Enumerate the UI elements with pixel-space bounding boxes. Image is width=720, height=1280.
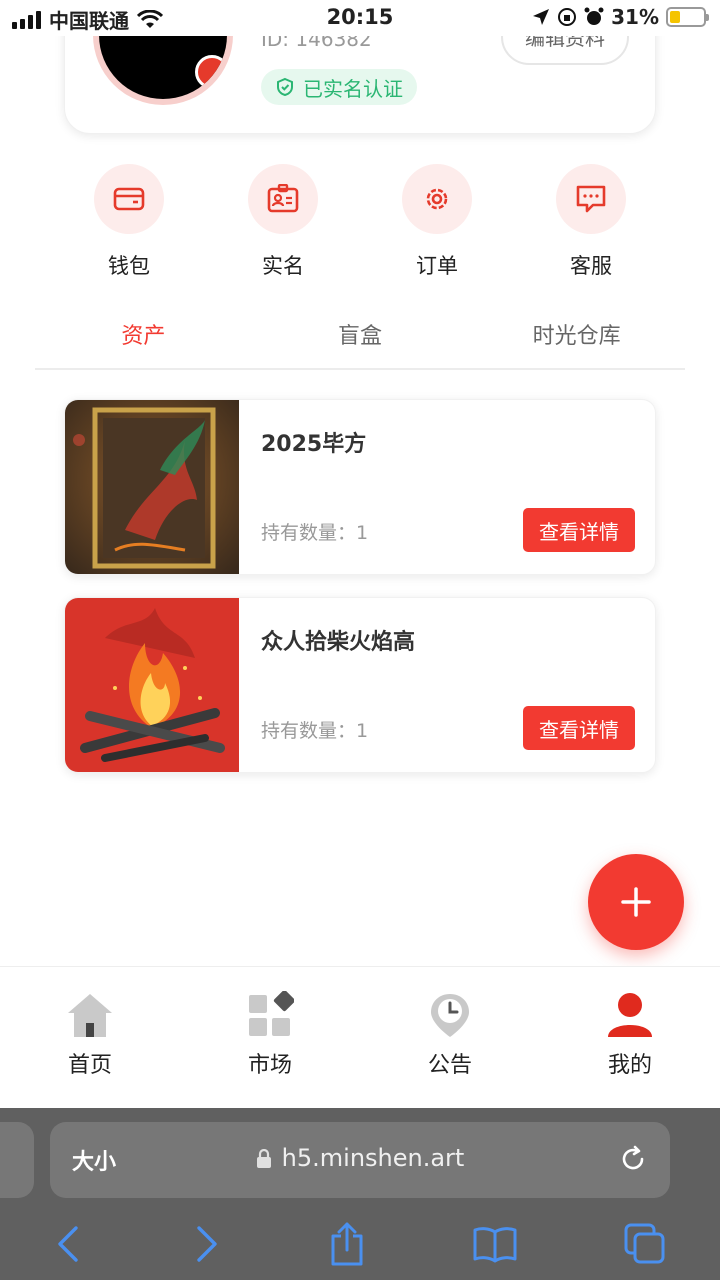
url-text: h5.minshen.art <box>281 1144 465 1172</box>
asset-thumbnail-bonfire <box>65 598 239 772</box>
reload-icon[interactable] <box>618 1144 648 1174</box>
share-icon[interactable] <box>329 1222 365 1266</box>
bookmarks-icon[interactable] <box>473 1225 517 1263</box>
home-icon <box>68 994 112 1037</box>
chat-icon-circle <box>556 164 626 234</box>
asset-quantity: 持有数量：1 <box>261 522 369 544</box>
quick-action-label: 订单 <box>416 254 458 278</box>
quick-action-label: 钱包 <box>108 254 150 278</box>
address-bar[interactable]: 大小 h5.minshen.art <box>50 1122 670 1198</box>
back-arrow-icon[interactable] <box>54 1224 84 1264</box>
quick-action-wallet[interactable]: 钱包 <box>52 164 206 280</box>
asset-card[interactable]: 2025毕方 持有数量：1 查看详情 <box>64 399 656 575</box>
browser-chrome: 大小 h5.minshen.art <box>0 1108 720 1280</box>
id-card-icon-circle <box>248 164 318 234</box>
battery-percent: 31% <box>611 5 659 29</box>
add-fab-button[interactable] <box>588 854 684 950</box>
quick-action-orders[interactable]: 订单 <box>360 164 514 280</box>
previous-tab[interactable] <box>0 1122 34 1198</box>
tab-blind-box[interactable]: 盲盒 <box>252 318 469 368</box>
chat-icon <box>576 185 606 213</box>
nav-mine[interactable]: 我的 <box>540 967 720 1108</box>
alarm-icon <box>584 7 604 25</box>
quick-action-realname[interactable]: 实名 <box>206 164 360 280</box>
location-arrow-icon <box>533 9 550 25</box>
tabs-icon[interactable] <box>624 1223 666 1265</box>
view-details-button[interactable]: 查看详情 <box>523 508 635 552</box>
nav-announcements[interactable]: 公告 <box>360 967 540 1108</box>
asset-tabs: 资产 盲盒 时光仓库 <box>35 318 685 370</box>
browser-toolbar <box>0 1208 720 1280</box>
asset-card[interactable]: 众人拾柴火焰高 持有数量：1 查看详情 <box>64 597 656 773</box>
verified-badge: 已实名认证 <box>261 69 417 105</box>
status-right: 31% <box>532 5 709 29</box>
quick-actions: 钱包 实名 订单 客服 <box>52 164 668 280</box>
nav-label: 公告 <box>427 1053 472 1078</box>
quick-action-label: 实名 <box>262 254 304 278</box>
nav-label: 我的 <box>607 1053 652 1078</box>
gear-icon-circle <box>402 164 472 234</box>
user-icon <box>608 993 652 1037</box>
view-details-button[interactable]: 查看详情 <box>523 706 635 750</box>
tab-assets[interactable]: 资产 <box>35 318 252 368</box>
market-icon <box>249 991 294 1036</box>
lock-icon <box>256 1149 271 1168</box>
shield-check-icon <box>277 77 293 97</box>
url-display[interactable]: h5.minshen.art <box>50 1144 670 1172</box>
asset-quantity: 持有数量：1 <box>261 720 369 742</box>
verified-label: 已实名认证 <box>303 76 403 101</box>
status-bar: 中国联通 20:15 31% <box>0 0 720 36</box>
plus-icon <box>621 887 651 917</box>
nav-label: 首页 <box>67 1053 112 1078</box>
tab-time-warehouse[interactable]: 时光仓库 <box>468 318 685 368</box>
asset-name: 2025毕方 <box>261 432 367 457</box>
quick-action-label: 客服 <box>570 254 612 278</box>
quick-action-service[interactable]: 客服 <box>514 164 668 280</box>
nav-home[interactable]: 首页 <box>0 967 180 1108</box>
bottom-nav: 首页 市场 公告 我的 <box>0 966 720 1108</box>
gear-icon <box>426 188 448 210</box>
asset-thumbnail-phoenix <box>65 400 239 574</box>
nav-label: 市场 <box>247 1053 292 1078</box>
forward-arrow-icon[interactable] <box>191 1224 221 1264</box>
asset-name: 众人拾柴火焰高 <box>261 630 416 655</box>
nav-market[interactable]: 市场 <box>180 967 360 1108</box>
id-card-icon <box>267 184 299 213</box>
wallet-icon-circle <box>94 164 164 234</box>
avatar-edit-badge <box>195 55 227 89</box>
rotation-lock-icon <box>558 8 577 26</box>
wallet-icon <box>113 187 145 211</box>
battery-level <box>670 11 680 23</box>
clock-pin-icon <box>431 994 469 1037</box>
battery-icon <box>666 7 709 27</box>
